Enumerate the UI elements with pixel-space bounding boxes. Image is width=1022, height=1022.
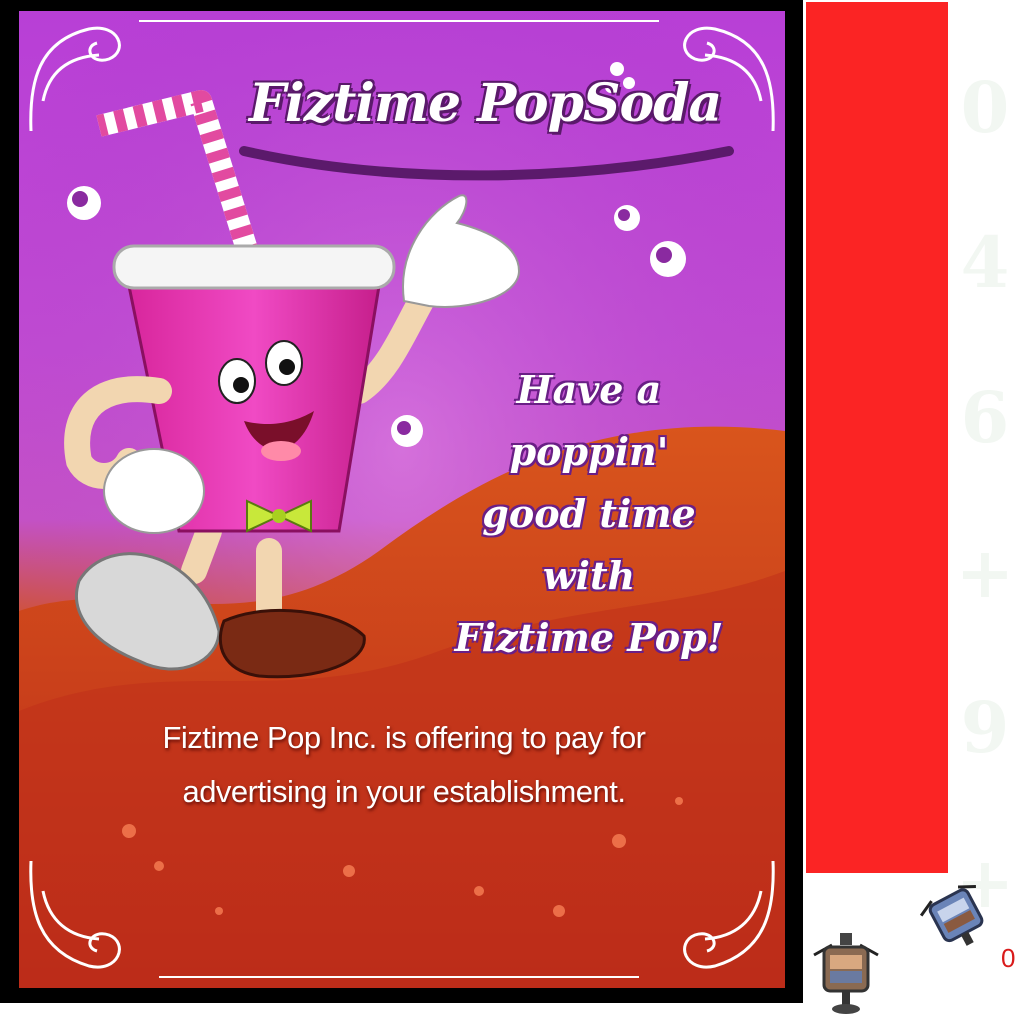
brand-name: Fiztime PopSoda — [249, 73, 722, 134]
slogan: Have a poppin' good time with Fiztime Po… — [414, 359, 764, 669]
poster-frame: Fiztime PopSoda Have a poppin' good time… — [0, 0, 803, 1003]
slogan-line: with — [542, 553, 636, 598]
slogan-line: Fiztime Pop! — [454, 615, 724, 660]
spotlight-icon[interactable] — [918, 877, 996, 957]
spotlight-icon[interactable] — [810, 925, 882, 1017]
ghost-glyph: 6 — [960, 376, 1010, 459]
slogan-line: poppin' — [509, 429, 669, 474]
ghost-glyph: 9 — [960, 686, 1010, 769]
slogan-line: good time — [482, 491, 696, 536]
offer-line: advertising in your establishment. — [182, 774, 626, 809]
brand-logo: Fiztime PopSoda — [249, 73, 749, 163]
ghost-glyph: 0 — [960, 66, 1010, 149]
counter-value: 0 — [1001, 943, 1016, 973]
ghost-glyph: 4 — [960, 221, 1010, 304]
offer-line: Fiztime Pop Inc. is offering to pay for — [162, 720, 646, 755]
ghost-glyph: + — [955, 531, 1015, 614]
ghost-glyph-column: 0 4 6 + 9 + — [952, 30, 1018, 960]
slogan-line: Have a — [516, 367, 662, 412]
offer-text: Fiztime Pop Inc. is offering to pay for … — [79, 711, 729, 819]
side-red-bar — [806, 2, 948, 873]
fiztime-poster[interactable]: Fiztime PopSoda Have a poppin' good time… — [19, 11, 785, 988]
